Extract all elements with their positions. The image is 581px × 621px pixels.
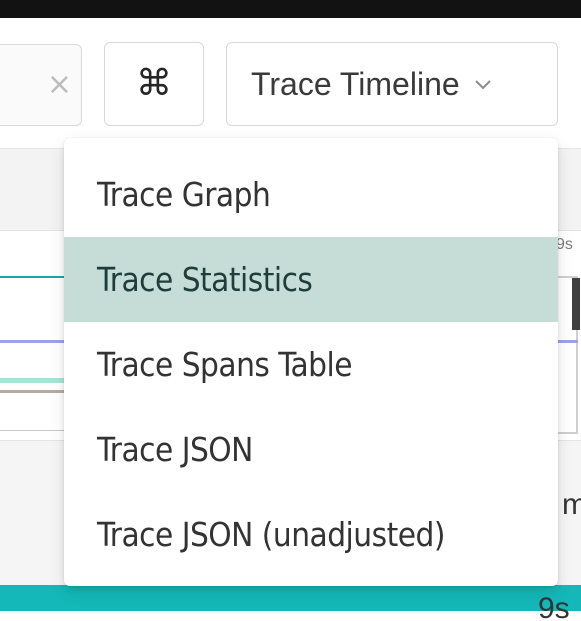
minimap-divider (0, 430, 70, 431)
ruler-edge-text: m (562, 488, 581, 521)
command-key-icon: ⌘ (136, 63, 172, 104)
span-duration-label: 9s (538, 592, 570, 621)
menu-item-trace-json-unadjusted[interactable]: Trace JSON (unadjusted) (64, 492, 558, 577)
bottom-strip (0, 611, 581, 621)
trace-view-select[interactable]: Trace Timeline (226, 42, 558, 126)
minimap-span-line (0, 340, 70, 343)
clear-search-button[interactable]: × (0, 44, 82, 126)
trace-page: × ⌘ Trace Timeline 9s m 9s Trace Graph T… (0, 0, 581, 621)
close-icon[interactable]: × (47, 70, 72, 100)
minimap-span-line (0, 390, 70, 393)
trace-span-bar[interactable] (0, 585, 581, 611)
minimap-drag-handle[interactable] (572, 278, 580, 330)
chevron-down-icon (474, 80, 491, 90)
top-bar (0, 0, 581, 18)
trace-view-select-value: Trace Timeline (251, 65, 460, 102)
menu-item-trace-spans-table[interactable]: Trace Spans Table (64, 322, 558, 407)
trace-view-dropdown: Trace Graph Trace Statistics Trace Spans… (64, 138, 558, 586)
minimap-tick-label: 9s (556, 236, 573, 253)
keyboard-shortcuts-button[interactable]: ⌘ (104, 42, 204, 126)
menu-item-trace-statistics[interactable]: Trace Statistics (64, 237, 558, 322)
menu-item-trace-graph[interactable]: Trace Graph (64, 152, 558, 237)
minimap-span-line (0, 276, 70, 278)
menu-item-trace-json[interactable]: Trace JSON (64, 407, 558, 492)
minimap-span-line (0, 378, 70, 383)
